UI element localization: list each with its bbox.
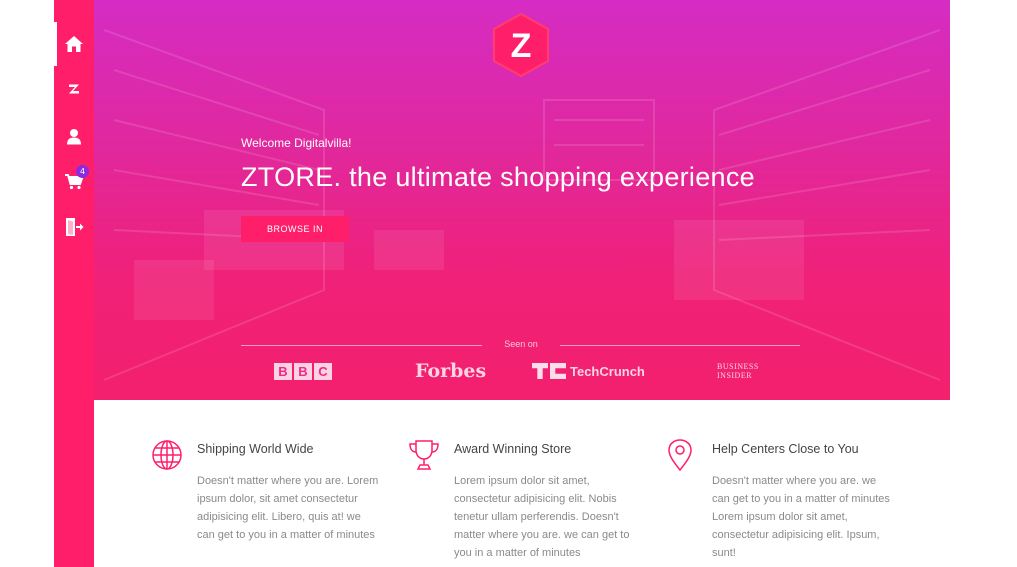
page: 4 Z Welcome Digitalvilla! ZTORE. the ult… — [0, 0, 1017, 567]
sidebar: 4 — [54, 0, 94, 567]
home-icon — [64, 35, 84, 53]
sidebar-item-logout[interactable] — [54, 205, 94, 249]
sidebar-item-home[interactable] — [54, 22, 94, 66]
logo-letter: Z — [511, 27, 532, 65]
bbc-logo: B B C — [274, 363, 332, 380]
location-pin-icon — [666, 438, 698, 472]
forbes-logo: Forbes — [415, 360, 487, 382]
sidebar-item-account[interactable] — [54, 114, 94, 158]
user-icon — [66, 128, 82, 145]
seen-on-divider-right — [560, 345, 800, 346]
business-insider-logo: BUSINESS INSIDER — [717, 362, 759, 380]
feature-title: Award Winning Store — [454, 442, 572, 456]
feature-text: Doesn't matter where you are. we can get… — [712, 475, 890, 559]
ztore-logo-icon — [67, 82, 81, 96]
sidebar-item-brand[interactable] — [54, 67, 94, 111]
logout-icon — [64, 217, 84, 237]
hero-banner: Z Welcome Digitalvilla! ZTORE. the ultim… — [94, 0, 950, 400]
cart-badge: 4 — [76, 165, 89, 178]
globe-icon — [151, 438, 183, 472]
feature-text: Doesn't matter where you are. Lorem ipsu… — [197, 475, 379, 541]
seen-on-label: Seen on — [504, 339, 538, 349]
techcrunch-logo: TechCrunch — [532, 363, 645, 379]
feature-title: Help Centers Close to You — [712, 442, 859, 456]
trophy-icon — [408, 438, 440, 472]
feature-title: Shipping World Wide — [197, 442, 314, 456]
seen-on-divider-left — [241, 345, 482, 346]
techcrunch-mark-icon — [532, 363, 566, 379]
sidebar-item-cart[interactable]: 4 — [54, 159, 94, 203]
welcome-message: Welcome Digitalvilla! — [241, 136, 352, 150]
feature-text: Lorem ipsum dolor sit amet, consectetur … — [454, 475, 630, 559]
browse-in-button[interactable]: BROWSE IN — [241, 216, 349, 242]
hero-headline: ZTORE. the ultimate shopping experience — [241, 162, 755, 192]
ztore-hex-logo: Z — [493, 12, 549, 78]
